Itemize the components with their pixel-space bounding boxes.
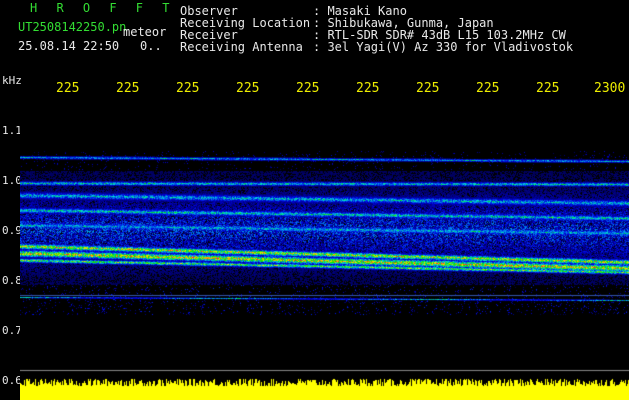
x-tick-label: 225 (416, 81, 440, 96)
y-unit-label: kHz (2, 74, 22, 87)
x-tick-label: 225 (296, 81, 320, 96)
zero-label: 0.. (140, 39, 162, 53)
x-tick-label: 225 (236, 81, 260, 96)
x-tick-label: 225 (56, 81, 80, 96)
y-tick-label: 0.7 (2, 324, 22, 337)
x-tick-label: 225 (176, 81, 200, 96)
datetime-label: 25.08.14 22:50 (18, 39, 120, 53)
y-tick-label: 0.8 (2, 274, 22, 287)
y-tick-label: 0.6 (2, 374, 22, 387)
x-tick-label: 225 (536, 81, 560, 96)
hrofft-logo: H R O F F T (30, 1, 176, 15)
header-panel: H R O F F T UT2508142250.pn meteor 25.08… (0, 0, 629, 76)
antenna-value: : 3el Yagi(V) Az 330 for Vladivostok (313, 40, 574, 54)
x-tick-label: 225 (356, 81, 380, 96)
meteor-label: meteor (123, 25, 167, 39)
x-tick-label: 225 (476, 81, 500, 96)
y-tick-label: 1.0 (2, 174, 22, 187)
spectrogram-plot (20, 100, 629, 400)
antenna-label: Receiving Antenna (180, 40, 303, 54)
x-tick-label: 225 (116, 81, 140, 96)
y-tick-label: 1.1 (2, 124, 22, 137)
x-tick-label: 2300 (594, 81, 626, 96)
y-tick-label: 0.9 (2, 224, 22, 237)
filename-label: UT2508142250.pn (18, 20, 127, 34)
